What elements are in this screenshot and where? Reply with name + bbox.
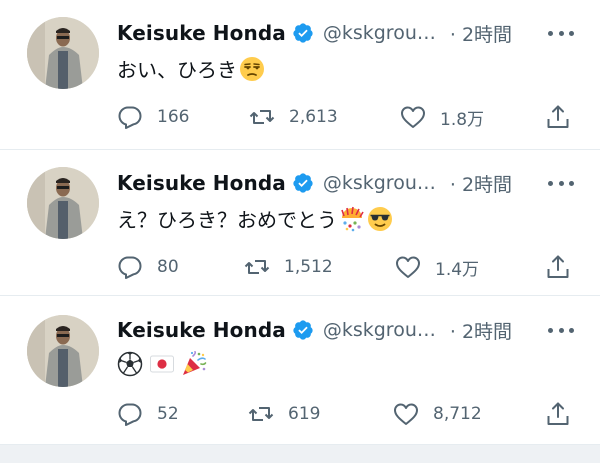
tweet-text-content: え？ひろき？おめでとう [117,208,337,232]
timeline-bottom-divider [0,445,600,463]
reply-button[interactable]: 80 [117,253,179,281]
tweet[interactable]: Keisuke Honda @kskgrou… · 2時間 え？ひろき？おめでと… [0,150,600,296]
verified-badge-icon [293,320,313,340]
more-options-icon[interactable] [548,176,574,190]
share-icon [547,105,569,128]
retweet-count: 1,512 [284,257,333,277]
tweet-header: Keisuke Honda @kskgrou… · 2時間 [117,19,512,47]
author-name[interactable]: Keisuke Honda [117,318,286,342]
heart-icon [401,106,425,128]
tweet-text: え？ひろき？おめでとう [117,204,393,233]
share-button[interactable] [545,253,571,281]
share-icon [547,402,569,425]
retweet-count: 2,613 [289,107,338,127]
tweet[interactable]: Keisuke Honda @kskgrou… · 2時間 おい、ひろき 166… [0,0,600,150]
reply-button[interactable]: 52 [117,400,179,428]
heart-icon [394,403,418,425]
tweet-header: Keisuke Honda @kskgrou… · 2時間 [117,169,512,197]
tweet-header: Keisuke Honda @kskgrou… · 2時間 [117,316,512,344]
avatar-photo [27,315,99,387]
retweet-icon [248,407,274,421]
verified-badge-icon [293,173,313,193]
author-handle[interactable]: @kskgrou… [323,319,436,341]
tweet-actions: 52 619 8,712 [117,400,577,428]
soccer-ball-icon [117,351,143,377]
reply-icon [118,403,142,426]
unamused-face-icon [240,56,264,81]
sunglasses-face-icon [368,206,392,231]
reply-icon [118,106,142,129]
like-count: 8,712 [433,404,482,424]
like-count: 1.8万 [440,109,485,130]
avatar[interactable] [27,315,99,387]
reply-button[interactable]: 166 [117,103,189,131]
avatar-photo [27,17,99,89]
tweet-text: おい、ひろき [117,54,265,83]
tweet-text [117,351,207,377]
retweet-button[interactable]: 619 [248,400,320,428]
retweet-icon [249,110,275,124]
more-options-icon[interactable] [548,26,574,40]
avatar-photo [27,167,99,239]
author-handle[interactable]: @kskgrou… [323,22,436,44]
reply-count: 52 [157,404,179,424]
confetti-ball-icon [341,206,364,231]
author-name[interactable]: Keisuke Honda [117,21,286,45]
tweet-timestamp[interactable]: · 2時間 [450,170,512,197]
author-name[interactable]: Keisuke Honda [117,171,286,195]
tweet-actions: 80 1,512 1.4万 [117,253,577,281]
share-icon [547,255,569,278]
retweet-icon [244,260,270,274]
like-count: 1.4万 [435,259,480,280]
like-button[interactable]: 8,712 [393,400,482,428]
party-popper-icon [183,351,207,375]
tweet[interactable]: Keisuke Honda @kskgrou… · 2時間 52 619 8,7… [0,296,600,445]
retweet-button[interactable]: 2,613 [249,103,338,131]
japan-flag-icon [150,355,174,373]
share-button[interactable] [545,400,571,428]
share-button[interactable] [545,103,571,131]
retweet-button[interactable]: 1,512 [244,253,333,281]
verified-badge-icon [293,23,313,43]
like-button[interactable]: 1.4万 [395,253,479,281]
tweet-timestamp[interactable]: · 2時間 [450,20,512,47]
tweet-timestamp[interactable]: · 2時間 [450,317,512,344]
more-options-icon[interactable] [548,323,574,337]
reply-count: 80 [157,257,179,277]
avatar[interactable] [27,17,99,89]
like-button[interactable]: 1.8万 [400,103,484,131]
reply-count: 166 [157,107,190,127]
reply-icon [118,256,142,279]
heart-icon [396,256,420,278]
tweet-text-content: おい、ひろき [117,58,237,82]
author-handle[interactable]: @kskgrou… [323,172,436,194]
retweet-count: 619 [288,404,321,424]
avatar[interactable] [27,167,99,239]
tweet-actions: 166 2,613 1.8万 [117,103,577,131]
